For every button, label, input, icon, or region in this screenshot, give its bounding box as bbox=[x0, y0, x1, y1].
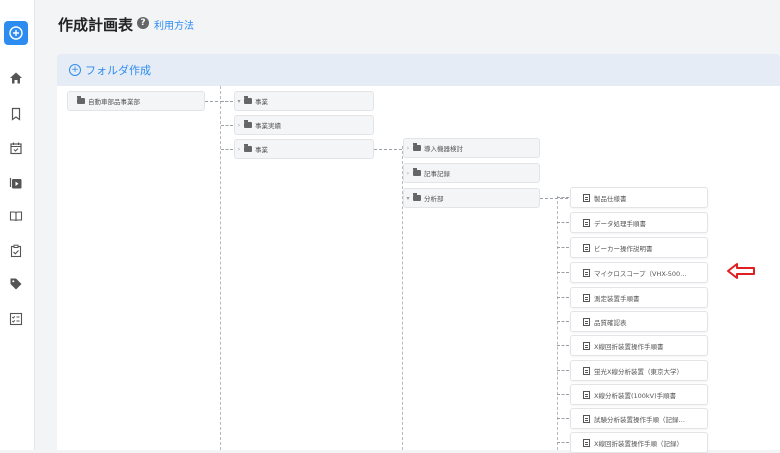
document-icon bbox=[583, 218, 590, 227]
guide-line bbox=[220, 86, 221, 450]
connector bbox=[557, 442, 569, 443]
tree-document-item[interactable]: マイクロスコープ（VHX-500… bbox=[570, 262, 708, 283]
caret-right-icon: › bbox=[237, 145, 241, 153]
highlight-arrow-icon bbox=[727, 263, 755, 279]
connector bbox=[221, 101, 233, 102]
tree-document-label: 測定装置手順書 bbox=[594, 294, 640, 303]
plus-circle-icon: + bbox=[69, 64, 81, 76]
tree-node-label: 事業 bbox=[255, 98, 268, 106]
tree-document-item[interactable]: データ処理手順書 bbox=[570, 212, 708, 233]
tree-node-level2[interactable]: ▾ 分析部 bbox=[403, 188, 540, 208]
tree-document-label: 製品仕様書 bbox=[594, 194, 627, 203]
tree-node-root[interactable]: 自動車部品事業部 bbox=[67, 91, 205, 111]
question-circle-icon[interactable]: ? bbox=[137, 17, 149, 29]
folder-open-icon bbox=[413, 193, 421, 201]
document-icon bbox=[583, 317, 590, 326]
tree-document-item[interactable]: ビーカー操作説明書 bbox=[570, 237, 708, 258]
tree-document-label: 蛍光X線分析装置（東京大学） bbox=[594, 367, 683, 376]
connector bbox=[557, 247, 569, 248]
page-title: 作成計画表 bbox=[58, 16, 134, 34]
document-icon bbox=[583, 341, 590, 350]
home-icon[interactable] bbox=[8, 70, 24, 86]
tree-node-level1[interactable]: ▾ 事業 bbox=[234, 91, 374, 111]
caret-right-icon: › bbox=[406, 144, 410, 152]
document-icon bbox=[583, 438, 590, 447]
calendar-check-icon[interactable] bbox=[8, 140, 24, 156]
connector bbox=[557, 321, 569, 322]
folder-icon bbox=[413, 143, 421, 151]
connector bbox=[557, 418, 569, 419]
tree-document-label: データ処理手順書 bbox=[594, 219, 646, 228]
connector bbox=[557, 197, 569, 198]
clipboard-check-icon[interactable] bbox=[8, 243, 24, 259]
tree-node-level1[interactable]: › 事業 bbox=[234, 139, 374, 159]
document-icon bbox=[583, 193, 590, 202]
document-icon bbox=[583, 390, 590, 399]
folder-icon bbox=[413, 168, 421, 176]
book-open-icon[interactable] bbox=[8, 208, 24, 224]
tree-node-label: 自動車部品事業部 bbox=[88, 98, 140, 106]
tree-document-label: X線回折装置操作手順書 bbox=[594, 342, 664, 351]
tree-node-label: 導入機器検討 bbox=[424, 145, 463, 153]
tree-document-item[interactable]: 製品仕様書 bbox=[570, 187, 708, 208]
connector bbox=[221, 125, 233, 126]
connector bbox=[557, 272, 569, 273]
tree-document-label: ビーカー操作説明書 bbox=[594, 244, 653, 253]
tag-icon[interactable] bbox=[8, 276, 24, 292]
tree-node-level2[interactable]: › 記事記録 bbox=[403, 163, 540, 183]
guide-line bbox=[557, 196, 558, 450]
tree-document-item[interactable]: 測定装置手順書 bbox=[570, 287, 708, 308]
bookmark-icon[interactable] bbox=[8, 106, 24, 122]
checklist-icon[interactable] bbox=[8, 311, 24, 327]
toolbar: + フォルダ作成 bbox=[57, 54, 780, 86]
tree-document-item[interactable]: X線分析装置(100kV)手順書 bbox=[570, 384, 708, 405]
document-icon bbox=[583, 243, 590, 252]
folder-icon bbox=[244, 144, 252, 152]
create-folder-label: フォルダ作成 bbox=[85, 64, 151, 77]
tree-node-label: 記事記録 bbox=[424, 170, 450, 178]
tree-document-label: X線分析装置(100kV)手順書 bbox=[594, 391, 677, 400]
sidebar bbox=[0, 0, 35, 450]
folder-open-icon bbox=[77, 96, 85, 104]
folder-icon bbox=[244, 120, 252, 128]
tree-node-level2[interactable]: › 導入機器検討 bbox=[403, 138, 540, 158]
help-link[interactable]: 利用方法 bbox=[154, 17, 194, 32]
document-icon bbox=[583, 414, 590, 423]
document-icon bbox=[583, 293, 590, 302]
tree-document-label: 試験分析装置操作手順（記録… bbox=[594, 415, 685, 424]
folder-icon bbox=[244, 96, 252, 104]
tree-document-item[interactable]: 品質確認表 bbox=[570, 311, 708, 332]
caret-down-icon: ▾ bbox=[406, 194, 410, 202]
caret-down-icon: ▾ bbox=[237, 97, 241, 105]
connector bbox=[557, 345, 569, 346]
tree-node-label: 事業 bbox=[255, 146, 268, 154]
add-button[interactable] bbox=[4, 21, 28, 45]
connector bbox=[374, 149, 402, 150]
tree-document-label: X線回折装置操作手順（記録） bbox=[594, 439, 683, 448]
caret-right-icon: › bbox=[406, 169, 410, 177]
connector bbox=[540, 198, 568, 199]
connector bbox=[557, 222, 569, 223]
tree-node-label: 分析部 bbox=[424, 195, 444, 203]
tree-document-item[interactable]: 試験分析装置操作手順（記録… bbox=[570, 408, 708, 429]
tree-node-level1[interactable]: › 事業実績 bbox=[234, 115, 374, 135]
tree-document-item[interactable]: 蛍光X線分析装置（東京大学） bbox=[570, 360, 708, 381]
tree-document-item[interactable]: X線回折装置操作手順書 bbox=[570, 335, 708, 356]
tree-document-label: マイクロスコープ（VHX-500… bbox=[594, 269, 687, 278]
caret-right-icon: › bbox=[237, 121, 241, 129]
tree-node-label: 事業実績 bbox=[255, 122, 281, 130]
tree-canvas: 自動車部品事業部 ▾ 事業 › 事業実績 › 事業 › 導入機器検討 › 記事記… bbox=[57, 86, 780, 453]
connector bbox=[221, 149, 233, 150]
connector bbox=[557, 370, 569, 371]
document-icon bbox=[583, 268, 590, 277]
connector bbox=[557, 394, 569, 395]
tree-document-label: 品質確認表 bbox=[594, 318, 627, 327]
plus-circle-icon bbox=[9, 26, 23, 40]
create-folder-button[interactable]: + フォルダ作成 bbox=[69, 62, 151, 78]
play-square-icon[interactable] bbox=[8, 175, 24, 191]
connector bbox=[557, 297, 569, 298]
document-icon bbox=[583, 366, 590, 375]
